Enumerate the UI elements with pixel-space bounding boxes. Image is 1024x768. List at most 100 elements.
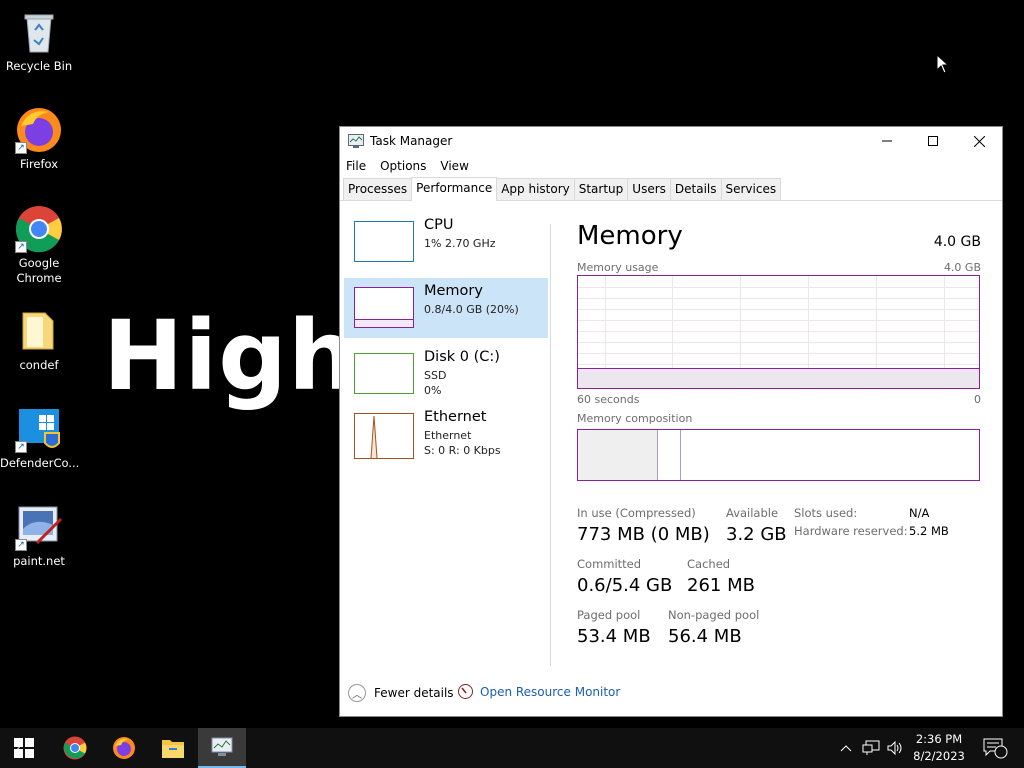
disk-mini-graph <box>354 353 414 394</box>
network-button[interactable] <box>860 728 882 768</box>
resource-monitor-icon <box>458 684 473 699</box>
show-hidden-icons-button[interactable] <box>836 728 856 768</box>
menu-view[interactable]: View <box>440 159 468 173</box>
available-label: Available <box>726 506 779 520</box>
file-explorer-icon <box>162 740 184 758</box>
fewer-details-label: Fewer details <box>374 686 454 700</box>
volume-button[interactable] <box>884 728 906 768</box>
close-icon <box>973 135 985 147</box>
start-button[interactable] <box>0 728 48 768</box>
desktop-icon-firefox[interactable]: ↗ Firefox <box>0 106 78 172</box>
paint-net-icon: ↗ <box>15 503 63 551</box>
sidebar-item-detail: S: 0 R: 0 Kbps <box>424 444 501 457</box>
sidebar-item-cpu[interactable]: CPU 1% 2.70 GHz <box>344 212 548 272</box>
paged-pool-label: Paged pool <box>577 608 641 622</box>
firefox-icon: ↗ <box>15 106 63 154</box>
resource-sidebar: CPU 1% 2.70 GHz Memory 0.8/4.0 GB (20%) … <box>344 212 548 476</box>
desktop-icon-recycle-bin[interactable]: Recycle Bin <box>0 8 78 74</box>
speaker-icon <box>887 740 902 756</box>
graph-time-label: 60 seconds <box>577 393 640 406</box>
desktop-icon-google-chrome[interactable]: ↗ Google Chrome <box>0 205 78 286</box>
open-resource-monitor-link[interactable]: Open Resource Monitor <box>458 684 620 699</box>
chrome-icon: ↗ <box>15 205 63 253</box>
menu-options[interactable]: Options <box>380 159 426 173</box>
shortcut-arrow-icon: ↗ <box>15 539 27 551</box>
tab-users[interactable]: Users <box>627 178 671 200</box>
cached-value: 261 MB <box>687 575 755 596</box>
chevron-up-icon: ︿ <box>348 684 366 702</box>
available-value: 3.2 GB <box>726 524 787 545</box>
performance-panel: CPU 1% 2.70 GHz Memory 0.8/4.0 GB (20%) … <box>340 202 1002 672</box>
tab-services[interactable]: Services <box>720 178 782 200</box>
clock[interactable]: 2:36 PM 8/2/2023 <box>908 731 970 765</box>
taskbar-chrome-button[interactable] <box>51 728 99 768</box>
title-bar[interactable]: Task Manager <box>340 127 1002 155</box>
memory-usage-graph <box>577 275 980 389</box>
desktop-icon-paint-net[interactable]: ↗ paint.net <box>0 503 78 569</box>
desktop-icon-label: Recycle Bin <box>5 59 73 73</box>
task-manager-icon <box>211 737 233 756</box>
fewer-details-button[interactable]: ︿ Fewer details <box>348 684 454 702</box>
sidebar-item-detail: 1% 2.70 GHz <box>424 237 496 250</box>
sidebar-item-detail: 0% <box>424 384 442 397</box>
non-paged-pool-label: Non-paged pool <box>668 608 760 622</box>
folder-icon <box>15 307 63 355</box>
memory-usage-max: 4.0 GB <box>943 261 981 274</box>
sidebar-item-name: Ethernet <box>424 409 487 425</box>
chevron-up-icon <box>840 745 852 752</box>
desktop-icon-label: condef <box>19 358 59 372</box>
minimize-button[interactable] <box>864 127 910 155</box>
ethernet-mini-graph <box>354 413 414 459</box>
shortcut-arrow-icon: ↗ <box>15 142 27 154</box>
taskbar-task-manager-button[interactable] <box>198 728 246 768</box>
in-use-label: In use (Compressed) <box>577 506 696 520</box>
notification-icon <box>983 738 1008 759</box>
close-button[interactable] <box>956 127 1002 155</box>
chrome-icon <box>63 736 87 760</box>
minimize-icon <box>882 140 892 142</box>
committed-value: 0.6/5.4 GB <box>577 575 673 596</box>
notification-count: 2 <box>15 743 22 754</box>
memory-composition-label: Memory composition <box>577 412 693 425</box>
taskbar-file-explorer-button[interactable] <box>149 728 197 768</box>
sidebar-item-memory[interactable]: Memory 0.8/4.0 GB (20%) <box>344 278 548 338</box>
task-manager-window: Task Manager File Options View Processes… <box>339 126 1003 717</box>
tab-performance[interactable]: Performance <box>411 177 498 201</box>
sidebar-item-detail: 0.8/4.0 GB (20%) <box>424 303 519 316</box>
tab-app-history[interactable]: App history <box>496 178 575 200</box>
mouse-cursor-icon <box>936 54 950 74</box>
desktop-icon-label: DefenderCo... <box>0 456 80 470</box>
sidebar-item-name: CPU <box>424 217 454 233</box>
divider <box>550 224 551 666</box>
hardware-reserved-label: Hardware reserved: <box>794 524 908 538</box>
wallpaper-text: High <box>103 300 358 412</box>
sidebar-item-name: Disk 0 (C:) <box>424 349 500 365</box>
tab-startup[interactable]: Startup <box>573 178 629 200</box>
sidebar-item-ethernet[interactable]: Ethernet Ethernet S: 0 R: 0 Kbps <box>344 409 548 470</box>
sidebar-item-disk[interactable]: Disk 0 (C:) SSD 0% <box>344 344 548 404</box>
tab-processes[interactable]: Processes <box>343 178 413 200</box>
slots-used-label: Slots used: <box>794 506 858 520</box>
footer: ︿ Fewer details Open Resource Monitor <box>340 668 1002 716</box>
memory-usage-label: Memory usage <box>577 261 659 274</box>
cached-label: Cached <box>687 557 731 571</box>
page-title: Memory <box>577 221 683 251</box>
shortcut-arrow-icon: ↗ <box>15 241 27 253</box>
tab-details[interactable]: Details <box>669 178 722 200</box>
taskbar-firefox-button[interactable] <box>100 728 148 768</box>
memory-usage-line <box>578 368 979 369</box>
modified-segment <box>578 430 681 480</box>
slots-used-value: N/A <box>909 506 930 520</box>
task-manager-icon <box>348 134 364 148</box>
shortcut-arrow-icon: ↗ <box>15 441 27 453</box>
recycle-bin-icon <box>15 8 63 56</box>
desktop-icon-defenderco[interactable]: ↗ DefenderCo... <box>0 405 80 471</box>
windows-defender-icon: ↗ <box>15 405 63 453</box>
paged-pool-value: 53.4 MB <box>577 626 651 647</box>
maximize-button[interactable] <box>910 127 956 155</box>
desktop-icon-condef[interactable]: condef <box>0 307 78 373</box>
action-center-button[interactable]: 2 <box>15 728 1012 768</box>
graph-time-end: 0 <box>974 393 981 406</box>
menu-file[interactable]: File <box>346 159 366 173</box>
tab-bar: Processes Performance App history Startu… <box>340 177 1002 201</box>
